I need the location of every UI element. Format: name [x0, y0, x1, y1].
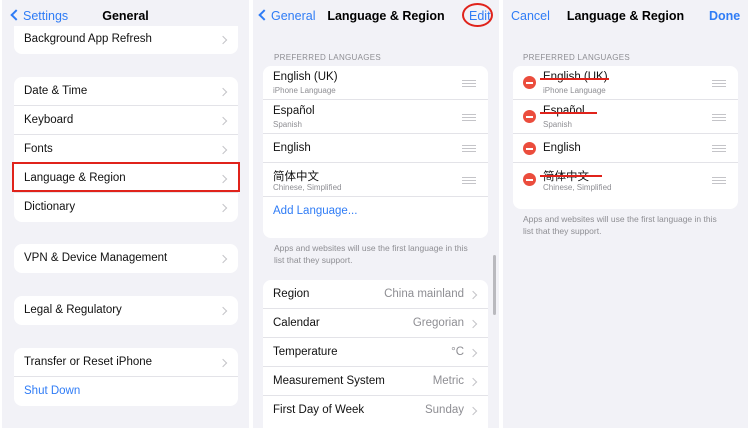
reorder-handle-icon[interactable]	[712, 80, 726, 87]
page-title: General	[102, 9, 149, 23]
row-vpn-device-management[interactable]: VPN & Device Management	[14, 244, 238, 273]
language-row-espanol[interactable]: Español Spanish	[263, 100, 488, 134]
highlight-circle-edit	[462, 3, 493, 27]
strikethrough-mark	[540, 175, 602, 177]
chevron-right-icon	[218, 358, 228, 368]
reorder-handle-icon[interactable]	[462, 114, 476, 121]
row-transfer-reset[interactable]: Transfer or Reset iPhone	[14, 348, 238, 377]
reorder-handle-icon[interactable]	[712, 145, 726, 152]
region-settings-list: Region China mainland Calendar Gregorian…	[263, 280, 488, 428]
row-shut-down[interactable]: Shut Down	[14, 377, 238, 406]
reorder-handle-icon[interactable]	[462, 80, 476, 87]
group-vpn: VPN & Device Management	[14, 244, 238, 273]
add-language-row[interactable]: Add Language...	[263, 197, 488, 226]
edit-language-row-espanol[interactable]: Español Spanish	[513, 100, 738, 134]
group-legal: Legal & Regulatory	[14, 296, 238, 325]
add-language-button[interactable]: Add Language...	[273, 205, 357, 217]
chevron-right-icon	[218, 35, 228, 45]
scrollbar[interactable]	[493, 255, 496, 315]
row-dictionary[interactable]: Dictionary	[14, 193, 238, 222]
language-region-panel: General Language & Region Edit PREFERRED…	[253, 0, 499, 428]
edit-language-row-english[interactable]: English	[513, 134, 738, 163]
chevron-right-icon	[218, 87, 228, 97]
reorder-handle-icon[interactable]	[462, 145, 476, 152]
minus-circle-icon[interactable]	[523, 173, 536, 186]
row-measurement-system[interactable]: Measurement System Metric	[263, 367, 488, 396]
chevron-right-icon	[218, 254, 228, 264]
chevron-right-icon	[468, 290, 478, 300]
chevron-right-icon	[218, 306, 228, 316]
chevron-right-icon	[218, 145, 228, 155]
edit-language-row-english-uk[interactable]: English (UK) iPhone Language	[513, 66, 738, 100]
languages-footnote: Apps and websites will use the first lan…	[274, 243, 468, 265]
row-date-time[interactable]: Date & Time	[14, 77, 238, 106]
editable-languages-list: English (UK) iPhone Language Español Spa…	[513, 66, 738, 209]
done-button[interactable]: Done	[709, 9, 740, 23]
row-temperature[interactable]: Temperature °C	[263, 338, 488, 367]
row-fonts[interactable]: Fonts	[14, 135, 238, 164]
minus-circle-icon[interactable]	[523, 142, 536, 155]
group-transfer-shutdown: Transfer or Reset iPhone Shut Down	[14, 348, 238, 406]
chevron-right-icon	[468, 319, 478, 329]
group-date-language: Date & Time Keyboard Fonts Language & Re…	[14, 77, 238, 222]
chevron-right-icon	[468, 406, 478, 416]
language-row-english-uk[interactable]: English (UK) iPhone Language	[263, 66, 488, 100]
preferred-languages-list: English (UK) iPhone Language Español Spa…	[263, 66, 488, 238]
minus-circle-icon[interactable]	[523, 110, 536, 123]
edit-language-row-chinese-simplified[interactable]: 简体中文 Chinese, Simplified	[513, 163, 738, 197]
row-legal-regulatory[interactable]: Legal & Regulatory	[14, 296, 238, 325]
chevron-right-icon	[218, 116, 228, 126]
highlight-box-language-region	[12, 162, 240, 192]
row-keyboard[interactable]: Keyboard	[14, 106, 238, 135]
minus-circle-icon[interactable]	[523, 76, 536, 89]
preferred-languages-header: PREFERRED LANGUAGES	[523, 53, 631, 62]
strikethrough-mark	[540, 78, 609, 80]
reorder-handle-icon[interactable]	[712, 177, 726, 184]
languages-footnote: Apps and websites will use the first lan…	[523, 214, 717, 236]
chevron-left-icon	[258, 9, 270, 21]
strikethrough-mark	[540, 112, 597, 114]
language-row-english[interactable]: English	[263, 134, 488, 163]
group-background-refresh: Background App Refresh	[14, 26, 238, 54]
edit-navbar: Cancel Language & Region Done	[503, 0, 748, 32]
chevron-right-icon	[218, 203, 228, 213]
reorder-handle-icon[interactable]	[462, 177, 476, 184]
row-background-app-refresh[interactable]: Background App Refresh	[14, 26, 238, 54]
language-edit-panel: Cancel Language & Region Done PREFERRED …	[503, 0, 748, 428]
row-region[interactable]: Region China mainland	[263, 280, 488, 309]
row-calendar[interactable]: Calendar Gregorian	[263, 309, 488, 338]
chevron-right-icon	[468, 348, 478, 358]
chevron-right-icon	[468, 377, 478, 387]
general-settings-panel: Settings General Background App Refresh …	[2, 0, 249, 428]
preferred-languages-header: PREFERRED LANGUAGES	[274, 53, 382, 62]
row-first-day-of-week[interactable]: First Day of Week Sunday	[263, 396, 488, 425]
language-row-chinese-simplified[interactable]: 简体中文 Chinese, Simplified	[263, 163, 488, 197]
reorder-handle-icon[interactable]	[712, 114, 726, 121]
